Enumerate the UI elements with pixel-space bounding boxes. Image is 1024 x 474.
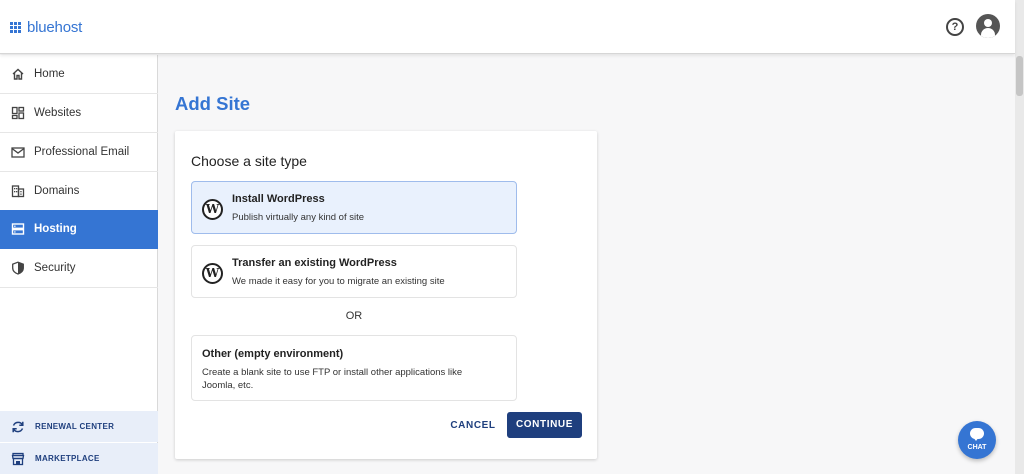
refresh-icon (12, 421, 24, 432)
sidebar-item-label: Home (34, 68, 65, 80)
logo-text: bluehost (27, 19, 83, 36)
option-description: Publish virtually any kind of site (232, 212, 365, 223)
chat-label: CHAT (967, 444, 987, 451)
marketplace-label: MARKETPLACE (35, 454, 100, 463)
sidebar: Home Websites Professional Email Domains (0, 55, 158, 474)
site-type-card: Choose a site type W Install WordPress P… (175, 131, 597, 459)
logo-grid-icon (10, 22, 21, 33)
option-description: We made it easy for you to migrate an ex… (232, 276, 445, 287)
user-avatar-icon[interactable] (976, 14, 1000, 38)
sidebar-item-websites[interactable]: Websites (0, 94, 158, 133)
sidebar-renewal-center[interactable]: RENEWAL CENTER (0, 411, 158, 442)
option-title: Install WordPress (232, 193, 325, 205)
shield-icon (12, 261, 24, 275)
cancel-button[interactable]: CANCEL (448, 413, 498, 439)
option-transfer-wordpress[interactable]: W Transfer an existing WordPress We made… (191, 245, 517, 298)
continue-button[interactable]: CONTINUE (507, 412, 582, 438)
renewal-center-label: RENEWAL CENTER (35, 422, 115, 431)
sidebar-item-label: Professional Email (34, 146, 130, 158)
page-title: Add Site (175, 93, 251, 114)
home-icon (12, 68, 24, 80)
dashboard-icon (11, 106, 25, 120)
sidebar-item-label: Websites (34, 107, 82, 119)
scrollbar-thumb[interactable] (1016, 56, 1023, 96)
server-icon (11, 223, 25, 235)
wordpress-logo-icon: W (202, 199, 223, 220)
sidebar-item-professional-email[interactable]: Professional Email (0, 133, 158, 172)
sidebar-item-home[interactable]: Home (0, 55, 158, 94)
option-install-wordpress[interactable]: W Install WordPress Publish virtually an… (191, 181, 517, 234)
chat-button[interactable]: CHAT (958, 421, 996, 459)
wordpress-logo-icon: W (202, 263, 223, 284)
sidebar-item-label: Security (34, 262, 76, 274)
sidebar-item-label: Hosting (34, 223, 77, 235)
store-icon (11, 452, 25, 465)
or-divider: OR (345, 310, 363, 322)
sidebar-item-label: Domains (34, 185, 80, 197)
help-icon[interactable]: ? (946, 18, 964, 36)
option-other-empty-environment[interactable]: Other (empty environment) Create a blank… (191, 335, 517, 401)
option-description: Create a blank site to use FTP or instal… (202, 367, 463, 391)
option-title: Other (empty environment) (202, 348, 344, 360)
chat-bubble-icon (970, 428, 984, 441)
page-scrollbar[interactable] (1015, 0, 1024, 474)
building-icon (11, 185, 25, 198)
card-heading: Choose a site type (191, 153, 307, 169)
mail-icon (11, 147, 25, 158)
option-title: Transfer an existing WordPress (232, 257, 397, 269)
bluehost-logo[interactable]: bluehost (10, 19, 82, 36)
sidebar-item-security[interactable]: Security (0, 249, 158, 288)
sidebar-item-domains[interactable]: Domains (0, 172, 158, 211)
top-header: bluehost ? (0, 0, 1015, 54)
sidebar-item-hosting[interactable]: Hosting (0, 210, 158, 249)
sidebar-marketplace[interactable]: MARKETPLACE (0, 443, 158, 474)
